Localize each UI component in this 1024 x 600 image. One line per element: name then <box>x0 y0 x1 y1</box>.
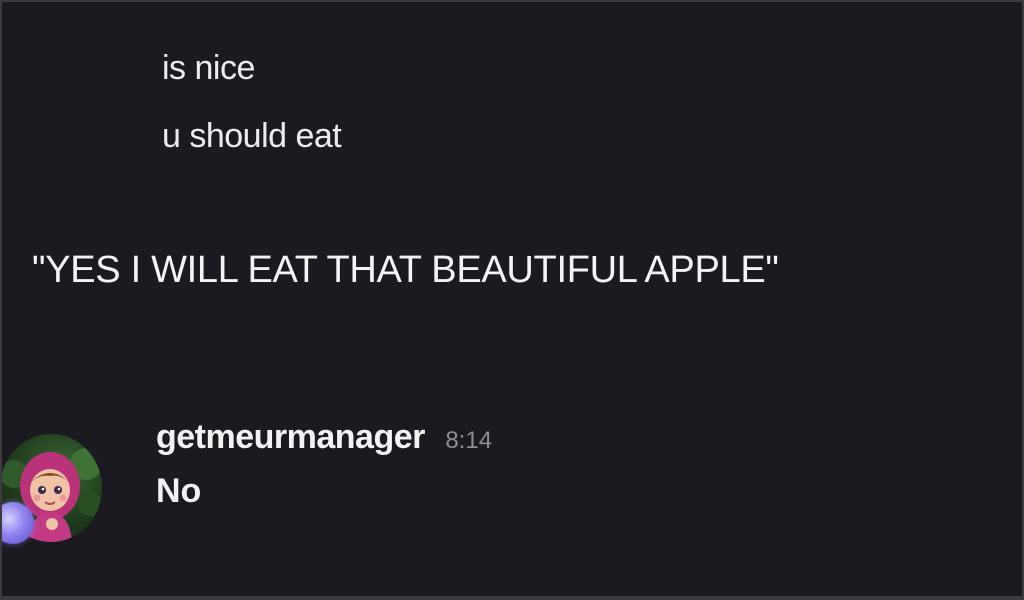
chat-panel: is nice u should eat "YES I WILL EAT THA… <box>2 2 1022 596</box>
message-header: getmeurmanager 8:14 <box>156 418 492 462</box>
message-text: No <box>156 472 202 510</box>
screenshot-frame: is nice u should eat "YES I WILL EAT THA… <box>0 0 1024 600</box>
message-text: is nice <box>162 49 255 87</box>
username[interactable]: getmeurmanager <box>156 418 425 456</box>
message-text: u should eat <box>162 117 342 155</box>
quoted-message-text: "YES I WILL EAT THAT BEAUTIFUL APPLE" <box>32 249 779 291</box>
timestamp[interactable]: 8:14 <box>445 427 492 454</box>
